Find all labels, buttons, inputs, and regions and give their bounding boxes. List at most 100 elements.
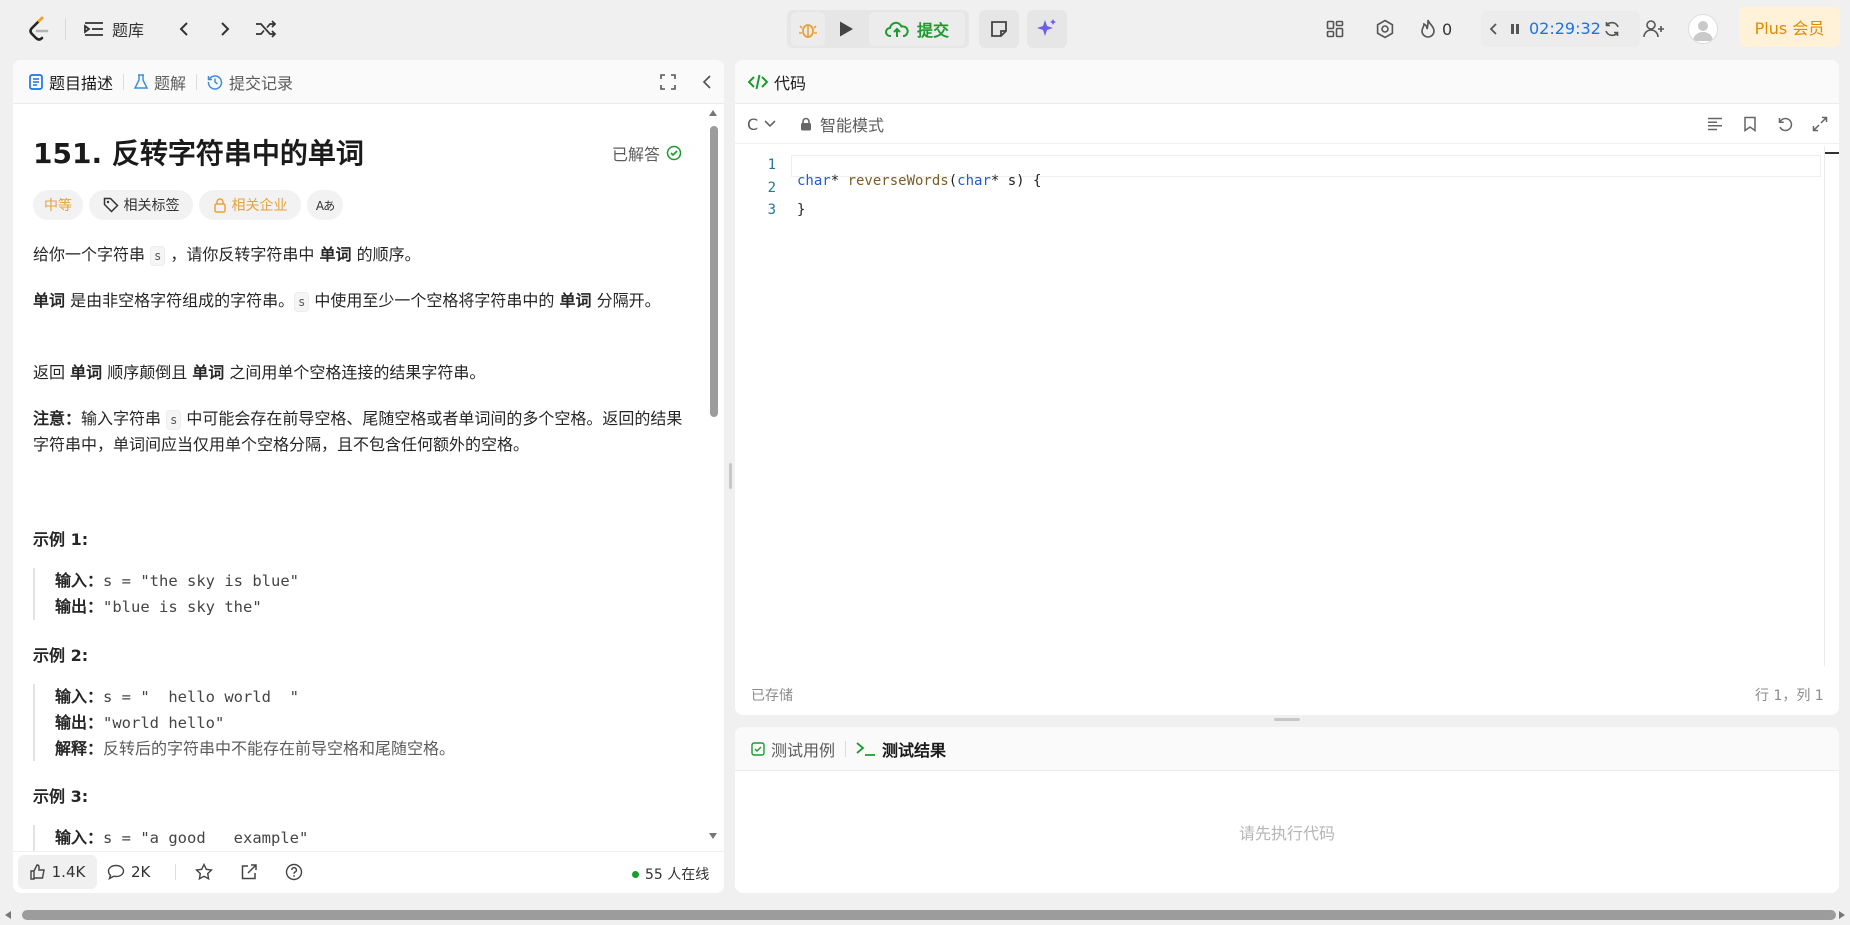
line-number: 1 bbox=[767, 157, 776, 173]
submit-button[interactable]: 提交 bbox=[869, 12, 965, 46]
settings-button[interactable] bbox=[1371, 15, 1399, 43]
text: 分隔开。 bbox=[591, 291, 661, 310]
related-companies-button[interactable]: 相关企业 bbox=[199, 190, 301, 220]
leetcode-logo-icon[interactable] bbox=[26, 14, 52, 44]
code-line-1[interactable]: char* reverseWords(char* s) { bbox=[797, 157, 1041, 189]
note-button[interactable] bbox=[981, 12, 1017, 46]
tab-submissions-label: 提交记录 bbox=[229, 73, 294, 93]
code-line-3[interactable]: } bbox=[797, 202, 805, 218]
text: 的顺序。 bbox=[351, 245, 421, 264]
chevron-left-icon bbox=[702, 75, 712, 89]
output-label: 输出： bbox=[55, 713, 104, 732]
star-icon bbox=[195, 863, 213, 881]
vertical-resize-handle[interactable] bbox=[729, 463, 732, 489]
scroll-down-arrow[interactable] bbox=[709, 833, 717, 839]
tab-testcase[interactable]: 测试用例 bbox=[735, 727, 845, 771]
problem-list-label: 题库 bbox=[112, 21, 145, 40]
online-count: 55 人在线 bbox=[645, 867, 710, 883]
related-tags-button[interactable]: 相关标签 bbox=[89, 190, 193, 220]
history-icon bbox=[207, 74, 223, 90]
undo-icon bbox=[1777, 116, 1793, 132]
maximize-icon bbox=[1812, 116, 1828, 132]
tab-description-label: 题目描述 bbox=[49, 73, 114, 93]
fullscreen-button[interactable] bbox=[656, 70, 680, 94]
tab-submissions[interactable]: 提交记录 bbox=[197, 60, 303, 104]
font-button[interactable]: Aあ bbox=[307, 190, 343, 220]
code-text: ( bbox=[948, 173, 958, 189]
submit-label: 提交 bbox=[916, 21, 949, 40]
layout-icon bbox=[1326, 20, 1344, 38]
comments-button[interactable]: 2K bbox=[107, 855, 150, 889]
expand-icon bbox=[660, 74, 676, 90]
example-output-row: 输出："blue is sky the" bbox=[55, 594, 673, 620]
cloud-upload-icon bbox=[885, 20, 909, 38]
tab-description[interactable]: 题目描述 bbox=[13, 60, 123, 104]
text: 给你一个字符串 bbox=[33, 245, 151, 264]
checkbox-icon bbox=[751, 741, 765, 756]
keyword: char bbox=[797, 173, 831, 189]
help-button[interactable] bbox=[282, 860, 306, 884]
online-indicator: 55 人在线 bbox=[632, 864, 709, 884]
comment-icon bbox=[107, 864, 125, 880]
pause-timer-button[interactable] bbox=[1508, 16, 1522, 42]
flask-icon bbox=[134, 73, 149, 90]
tab-code-label: 代码 bbox=[774, 73, 807, 93]
description-tabs: 题目描述 题解 提交记录 bbox=[13, 60, 724, 104]
plus-member-button[interactable]: Plus 会员 bbox=[1739, 7, 1840, 47]
divider bbox=[65, 18, 66, 40]
debug-button[interactable] bbox=[791, 12, 825, 46]
bold-text: 单词 bbox=[559, 291, 592, 310]
tab-test-result[interactable]: 测试结果 bbox=[846, 727, 956, 771]
input-value: s = "a good example" bbox=[103, 829, 309, 847]
run-button[interactable] bbox=[829, 12, 863, 46]
tab-solutions[interactable]: 题解 bbox=[124, 60, 196, 104]
reset-code-button[interactable] bbox=[1773, 112, 1797, 136]
bold-text: 单词 bbox=[70, 363, 103, 382]
thumbs-up-icon bbox=[29, 864, 46, 880]
page-scrollbar-right-arrow[interactable] bbox=[1839, 911, 1845, 919]
favorite-button[interactable] bbox=[192, 860, 216, 884]
smart-mode-label: 智能模式 bbox=[820, 116, 885, 135]
scroll-up-arrow[interactable] bbox=[709, 110, 717, 116]
reset-timer-button[interactable] bbox=[1600, 16, 1624, 42]
page-scrollbar-left-arrow[interactable] bbox=[5, 911, 11, 919]
sparkle-icon bbox=[1036, 18, 1058, 40]
invite-user-button[interactable] bbox=[1639, 15, 1669, 43]
example-1-block: 输入：s = "the sky is blue" 输出："blue is sky… bbox=[33, 568, 673, 620]
tab-solutions-label: 题解 bbox=[154, 73, 187, 93]
page-scrollbar-thumb[interactable] bbox=[22, 910, 1836, 920]
text: 是由非空格字符组成的字符串。 bbox=[65, 291, 295, 310]
layout-button[interactable] bbox=[1321, 15, 1349, 43]
code-icon bbox=[748, 74, 768, 90]
question-circle-icon bbox=[285, 863, 303, 881]
avatar[interactable] bbox=[1688, 14, 1718, 44]
line-number: 3 bbox=[767, 202, 776, 218]
like-button[interactable]: 1.4K bbox=[18, 855, 97, 889]
horizontal-resize-handle[interactable] bbox=[1274, 718, 1300, 721]
align-left-icon bbox=[1707, 117, 1723, 131]
editor-toolbar bbox=[735, 104, 1839, 144]
ai-assistant-button[interactable] bbox=[1029, 12, 1065, 46]
tab-code[interactable]: 代码 bbox=[735, 60, 816, 104]
problem-list-button[interactable]: 题库 bbox=[84, 14, 144, 44]
bookmark-button[interactable] bbox=[1738, 112, 1762, 136]
collapse-panel-button[interactable] bbox=[697, 70, 717, 94]
format-button[interactable] bbox=[1703, 112, 1727, 136]
tab-testcase-label: 测试用例 bbox=[771, 740, 836, 760]
maximize-editor-button[interactable] bbox=[1808, 112, 1832, 136]
language-select[interactable]: C bbox=[747, 110, 776, 138]
share-button[interactable] bbox=[237, 860, 261, 884]
prev-problem-button[interactable] bbox=[172, 15, 196, 43]
description-scrollbar-thumb[interactable] bbox=[710, 126, 718, 417]
streak-button[interactable]: 0 bbox=[1420, 15, 1452, 43]
text: ，请你反转字符串中 bbox=[165, 245, 320, 264]
collapse-timer-button[interactable] bbox=[1485, 16, 1503, 42]
next-problem-button[interactable] bbox=[213, 15, 237, 43]
random-problem-button[interactable] bbox=[253, 15, 279, 43]
note-icon bbox=[990, 20, 1008, 38]
code-text: * bbox=[830, 173, 848, 189]
bold-text: 单词 bbox=[33, 291, 66, 310]
inline-code: s bbox=[166, 410, 182, 430]
smart-mode-toggle[interactable]: 智能模式 bbox=[800, 110, 884, 138]
example-3-block: 输入：s = "a good example" bbox=[33, 825, 673, 851]
